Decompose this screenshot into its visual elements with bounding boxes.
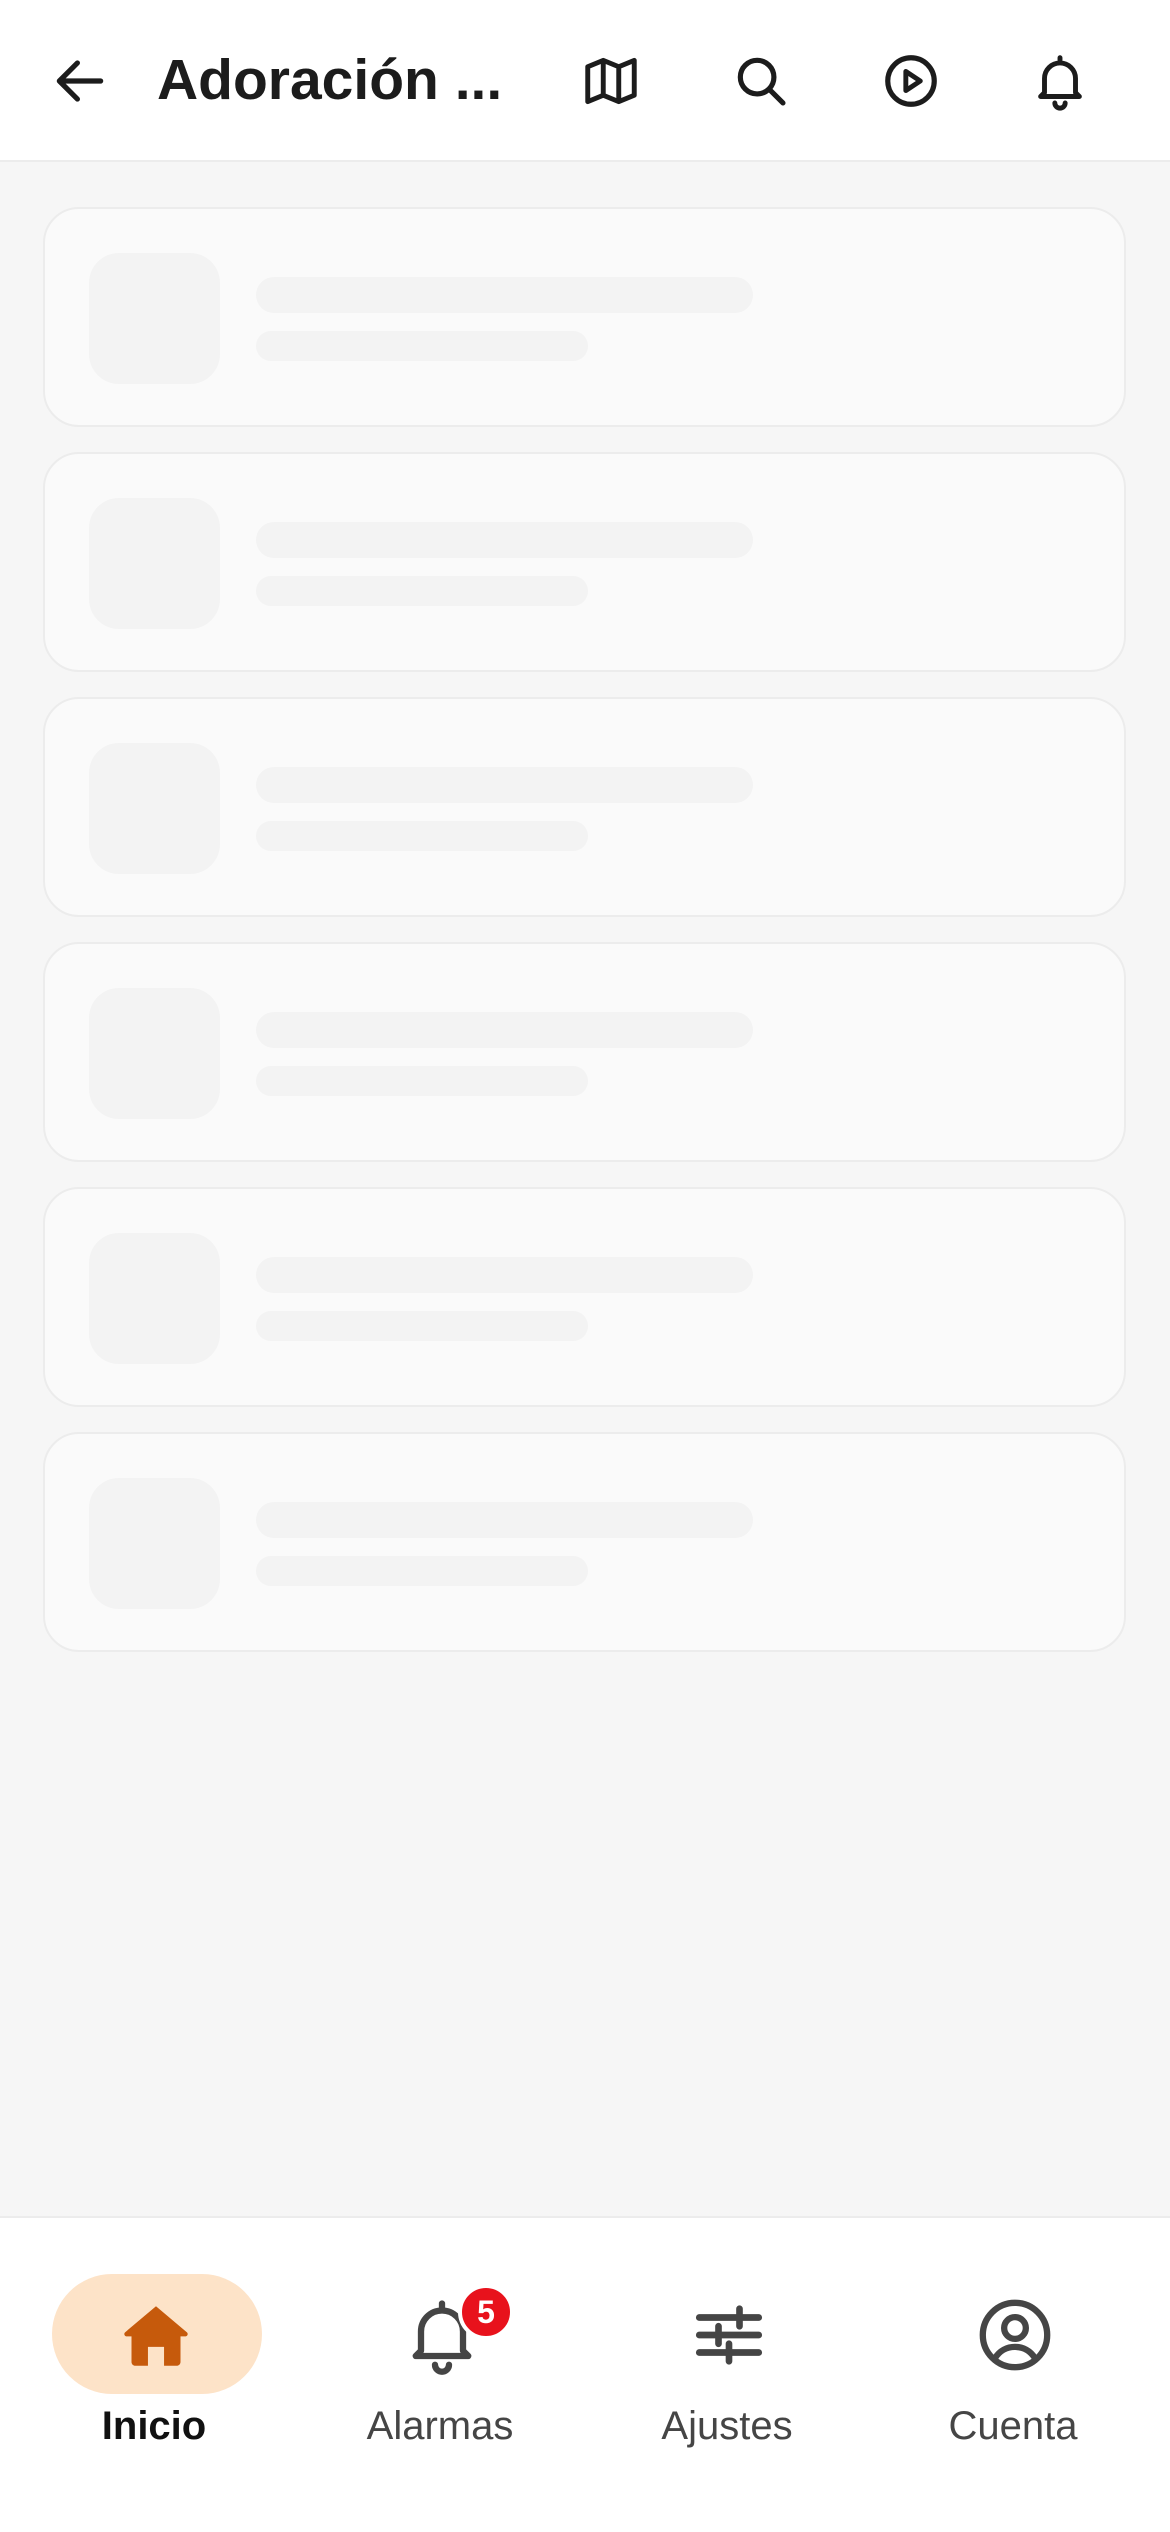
skeleton-title-line [256, 277, 753, 313]
back-button[interactable] [35, 36, 125, 126]
search-button[interactable] [716, 36, 806, 126]
skeleton-card [43, 452, 1126, 672]
play-circle-icon [885, 55, 937, 107]
home-icon [114, 2293, 198, 2377]
notification-badge: 5 [458, 2284, 514, 2340]
skeleton-title-line [256, 1257, 753, 1293]
skeleton-thumbnail [89, 498, 220, 629]
nav-label: Cuenta [948, 2404, 1078, 2448]
skeleton-thumbnail [89, 743, 220, 874]
user-circle-icon [973, 2293, 1057, 2377]
skeleton-title-line [256, 1502, 753, 1538]
map-button[interactable] [566, 36, 656, 126]
skeleton-thumbnail [89, 988, 220, 1119]
skeleton-thumbnail [89, 1233, 220, 1364]
skeleton-card [43, 942, 1126, 1162]
skeleton-title-line [256, 767, 753, 803]
skeleton-thumbnail [89, 253, 220, 384]
arrow-left-icon [56, 60, 104, 102]
notifications-button[interactable] [1015, 36, 1105, 126]
skeleton-subtitle-line [256, 331, 588, 361]
skeleton-card [43, 207, 1126, 427]
nav-label: Alarmas [366, 2404, 514, 2448]
skeleton-subtitle-line [256, 821, 588, 851]
app-screen: Adoración ... Inicio 5 Alarmas Ajustes C… [0, 0, 1170, 2532]
skeleton-subtitle-line [256, 1311, 588, 1341]
skeleton-card [43, 697, 1126, 917]
play-button[interactable] [866, 36, 956, 126]
skeleton-subtitle-line [256, 1556, 588, 1586]
page-title: Adoración ... [157, 48, 503, 112]
skeleton-card [43, 1432, 1126, 1652]
skeleton-subtitle-line [256, 1066, 588, 1096]
skeleton-title-line [256, 522, 753, 558]
bell-icon [1038, 55, 1082, 111]
search-icon [737, 57, 786, 106]
map-icon [585, 57, 637, 105]
sliders-icon [687, 2293, 771, 2377]
skeleton-thumbnail [89, 1478, 220, 1609]
loading-list [43, 207, 1126, 1677]
nav-item-cuenta[interactable]: Cuenta [870, 2268, 1156, 2468]
skeleton-subtitle-line [256, 576, 588, 606]
skeleton-title-line [256, 1012, 753, 1048]
nav-item-alarmas[interactable]: 5 Alarmas [297, 2268, 583, 2468]
bottom-navigation: Inicio 5 Alarmas Ajustes Cuenta [0, 2216, 1170, 2532]
nav-label: Ajustes [661, 2404, 793, 2448]
nav-label: Inicio [101, 2404, 207, 2448]
nav-item-ajustes[interactable]: Ajustes [584, 2268, 870, 2468]
nav-item-inicio[interactable]: Inicio [11, 2268, 297, 2468]
top-app-bar: Adoración ... [0, 0, 1170, 162]
skeleton-card [43, 1187, 1126, 1407]
